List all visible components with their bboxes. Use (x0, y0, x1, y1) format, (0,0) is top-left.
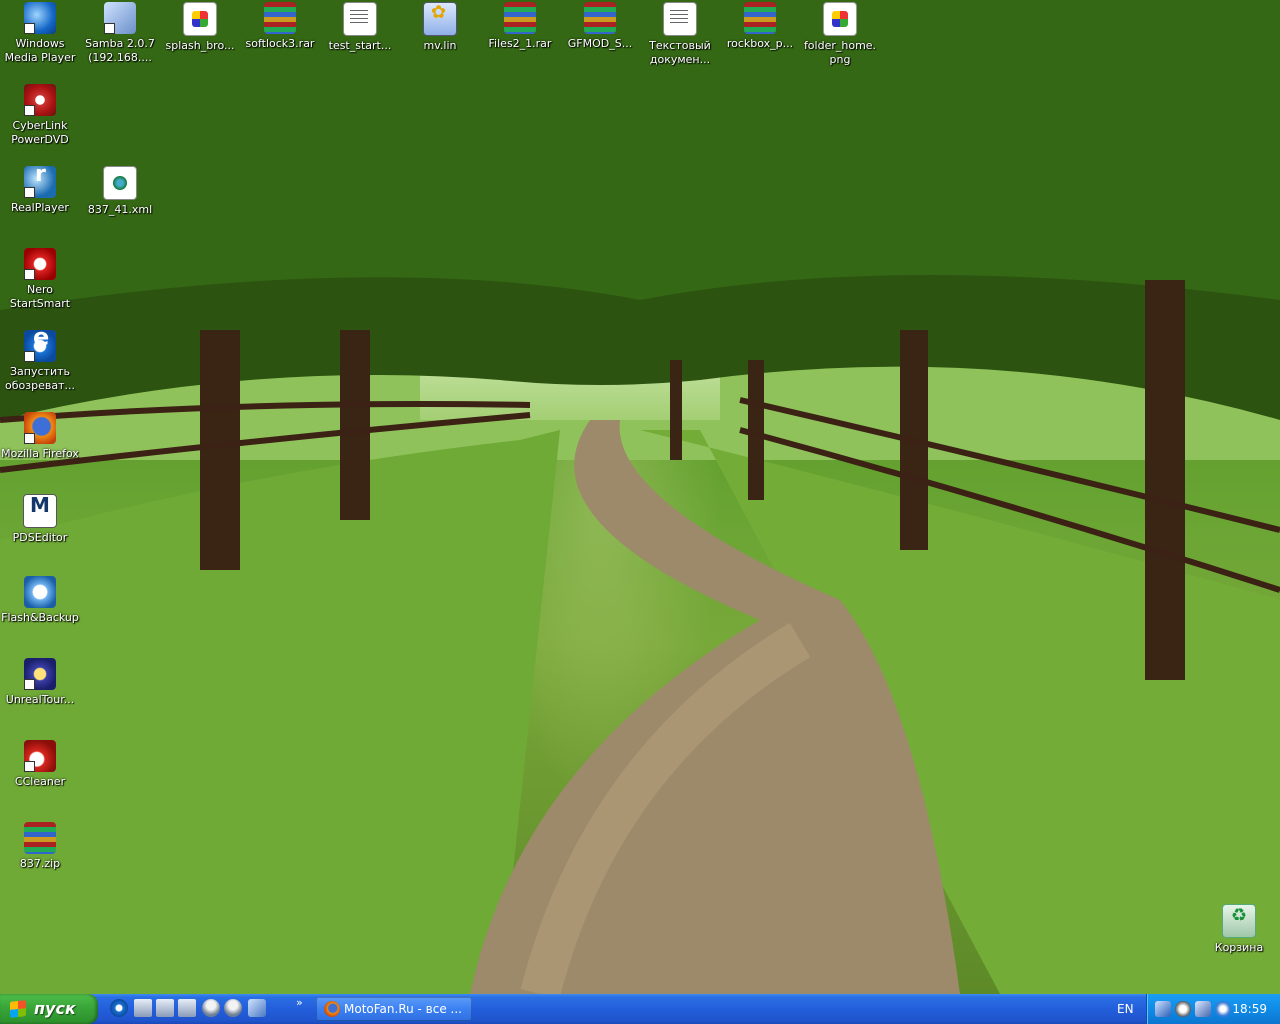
desktop-icon-label: Files2_1.rar (488, 37, 552, 50)
desktop-icon-label: rockbox_p... (726, 37, 794, 50)
firefox-icon (24, 412, 56, 444)
network-drive-icon[interactable] (156, 999, 174, 1017)
desktop-icon-splash-bro[interactable]: splash_bro... (160, 2, 240, 53)
wallpaper (0, 0, 1280, 994)
desktop-icon-windows-media-player[interactable]: Windows Media Player (0, 2, 80, 65)
taskbar-window-label: MotoFan.Ru - все ... (344, 1002, 462, 1016)
desktop-icon-ccleaner[interactable]: CCleaner (0, 740, 80, 789)
ccleaner-icon (24, 740, 56, 772)
desktop-icon-label: Samba 2.0.7 (192.168.... (85, 37, 155, 64)
taskbar: пуск » MotoFan.Ru - все ... EN 18:59 (0, 994, 1280, 1024)
volume-icon[interactable] (1215, 1001, 1231, 1017)
desktop-icon-label: softlock3.rar (245, 37, 315, 50)
desktop-icon-label: Flash&Backup (1, 611, 79, 624)
desktop-icon-folder-home[interactable]: folder_home. png (800, 2, 880, 67)
desktop-icon-samba[interactable]: Samba 2.0.7 (192.168.... (80, 2, 160, 65)
user-icon[interactable] (224, 999, 242, 1017)
unreal-tournament-icon (24, 658, 56, 690)
desktop-icon-label: Запустить обозреват... (5, 365, 75, 392)
desktop-icon-realplayer[interactable]: RealPlayer (0, 166, 80, 215)
desktop-icon-label: UnrealTour... (5, 693, 75, 706)
desktop-icon-label: CCleaner (14, 775, 66, 788)
desktop-icon-test-start[interactable]: test_start... (320, 2, 400, 53)
user-icon[interactable] (202, 999, 220, 1017)
desktop-icon-label: Windows Media Player (4, 37, 76, 64)
png-image-icon (823, 2, 857, 36)
png-image-icon (183, 2, 217, 36)
internet-explorer-icon (24, 330, 56, 362)
desktop-icon-label: Корзина (1214, 941, 1264, 954)
desktop-icon-flash-backup[interactable]: Flash&Backup (0, 576, 80, 625)
network-icon[interactable] (248, 999, 266, 1017)
clock[interactable]: 18:59 (1232, 994, 1267, 1024)
system-tray: 18:59 (1146, 994, 1280, 1024)
desktop-icon-label: Nero StartSmart (9, 283, 71, 310)
network-drive-icon[interactable] (178, 999, 196, 1017)
desktop-icon-label: 837_41.xml (87, 203, 153, 216)
desktop-icon-label: GFMOD_S... (567, 37, 633, 50)
desktop-icon-softlock3[interactable]: softlock3.rar (240, 2, 320, 51)
winrar-archive-icon (584, 2, 616, 34)
desktop-icon-gfmod[interactable]: GFMOD_S... (560, 2, 640, 51)
desktop-icon-mv-lin[interactable]: mv.lin (400, 2, 480, 53)
desktop-icon-label: mv.lin (423, 39, 457, 52)
desktop-icon-label: test_start... (328, 39, 392, 52)
desktop-icon-internet-explorer[interactable]: Запустить обозреват... (0, 330, 80, 393)
realplayer-icon (24, 166, 56, 198)
desktop-icon-label: RealPlayer (11, 201, 69, 214)
desktop-icon-label: Mozilla Firefox (1, 447, 79, 460)
flash-backup-icon (24, 576, 56, 608)
desktop-icon-pdseditor[interactable]: PDSEditor (0, 494, 80, 545)
recycle-bin-icon (1222, 904, 1256, 938)
desktop-icon-837-41-xml[interactable]: 837_41.xml (80, 166, 160, 217)
desktop-icon-powerdvd[interactable]: CyberLink PowerDVD (0, 84, 80, 147)
desktop-icon-label: CyberLink PowerDVD (11, 119, 69, 146)
desktop-icon-files2-1[interactable]: Files2_1.rar (480, 2, 560, 51)
desktop-icon-label: 837.zip (19, 857, 61, 870)
internet-explorer-icon[interactable] (110, 999, 128, 1017)
firefox-icon (324, 1001, 340, 1017)
motorola-icon (23, 494, 57, 528)
desktop-icon-recycle-bin[interactable]: Корзина (1199, 904, 1279, 955)
text-file-icon (663, 2, 697, 36)
start-button[interactable]: пуск (0, 994, 98, 1024)
network-icon[interactable] (1155, 1001, 1171, 1017)
desktop-icon-firefox[interactable]: Mozilla Firefox (0, 412, 80, 461)
nero-icon (24, 248, 56, 280)
winrar-archive-icon (264, 2, 296, 34)
network-drive-icon (104, 2, 136, 34)
network-drive-icon[interactable] (134, 999, 152, 1017)
taskbar-window-button[interactable]: MotoFan.Ru - все ... (316, 997, 472, 1021)
desktop[interactable]: Windows Media Player Samba 2.0.7 (192.16… (0, 0, 1280, 994)
windows-logo-icon (10, 1000, 26, 1018)
start-button-label: пуск (34, 999, 76, 1018)
network-icon[interactable] (1195, 1001, 1211, 1017)
desktop-icon-label: splash_bro... (165, 39, 235, 52)
xml-file-icon (103, 166, 137, 200)
desktop-icon-837-zip[interactable]: 837.zip (0, 822, 80, 871)
desktop-icon-label: Текстовый докумен... (649, 39, 711, 66)
winrar-archive-icon (504, 2, 536, 34)
desktop-icon-label: PDSEditor (12, 531, 68, 544)
desktop-icon-text-document[interactable]: Текстовый докумен... (640, 2, 720, 67)
winrar-archive-icon (744, 2, 776, 34)
text-file-icon (343, 2, 377, 36)
desktop-icon-nero[interactable]: Nero StartSmart (0, 248, 80, 311)
desktop-icon-unreal-tournament[interactable]: UnrealTour... (0, 658, 80, 707)
winrar-archive-icon (24, 822, 56, 854)
desktop-icon-label: folder_home. png (803, 39, 877, 66)
desktop-icon-rockbox[interactable]: rockbox_p... (720, 2, 800, 51)
windows-media-player-icon (24, 2, 56, 34)
lin-file-icon (423, 2, 457, 36)
powerdvd-icon (24, 84, 56, 116)
messenger-icon[interactable] (1175, 1001, 1191, 1017)
language-indicator[interactable]: EN (1117, 994, 1134, 1024)
quick-launch-chevron[interactable]: » (296, 996, 303, 1009)
